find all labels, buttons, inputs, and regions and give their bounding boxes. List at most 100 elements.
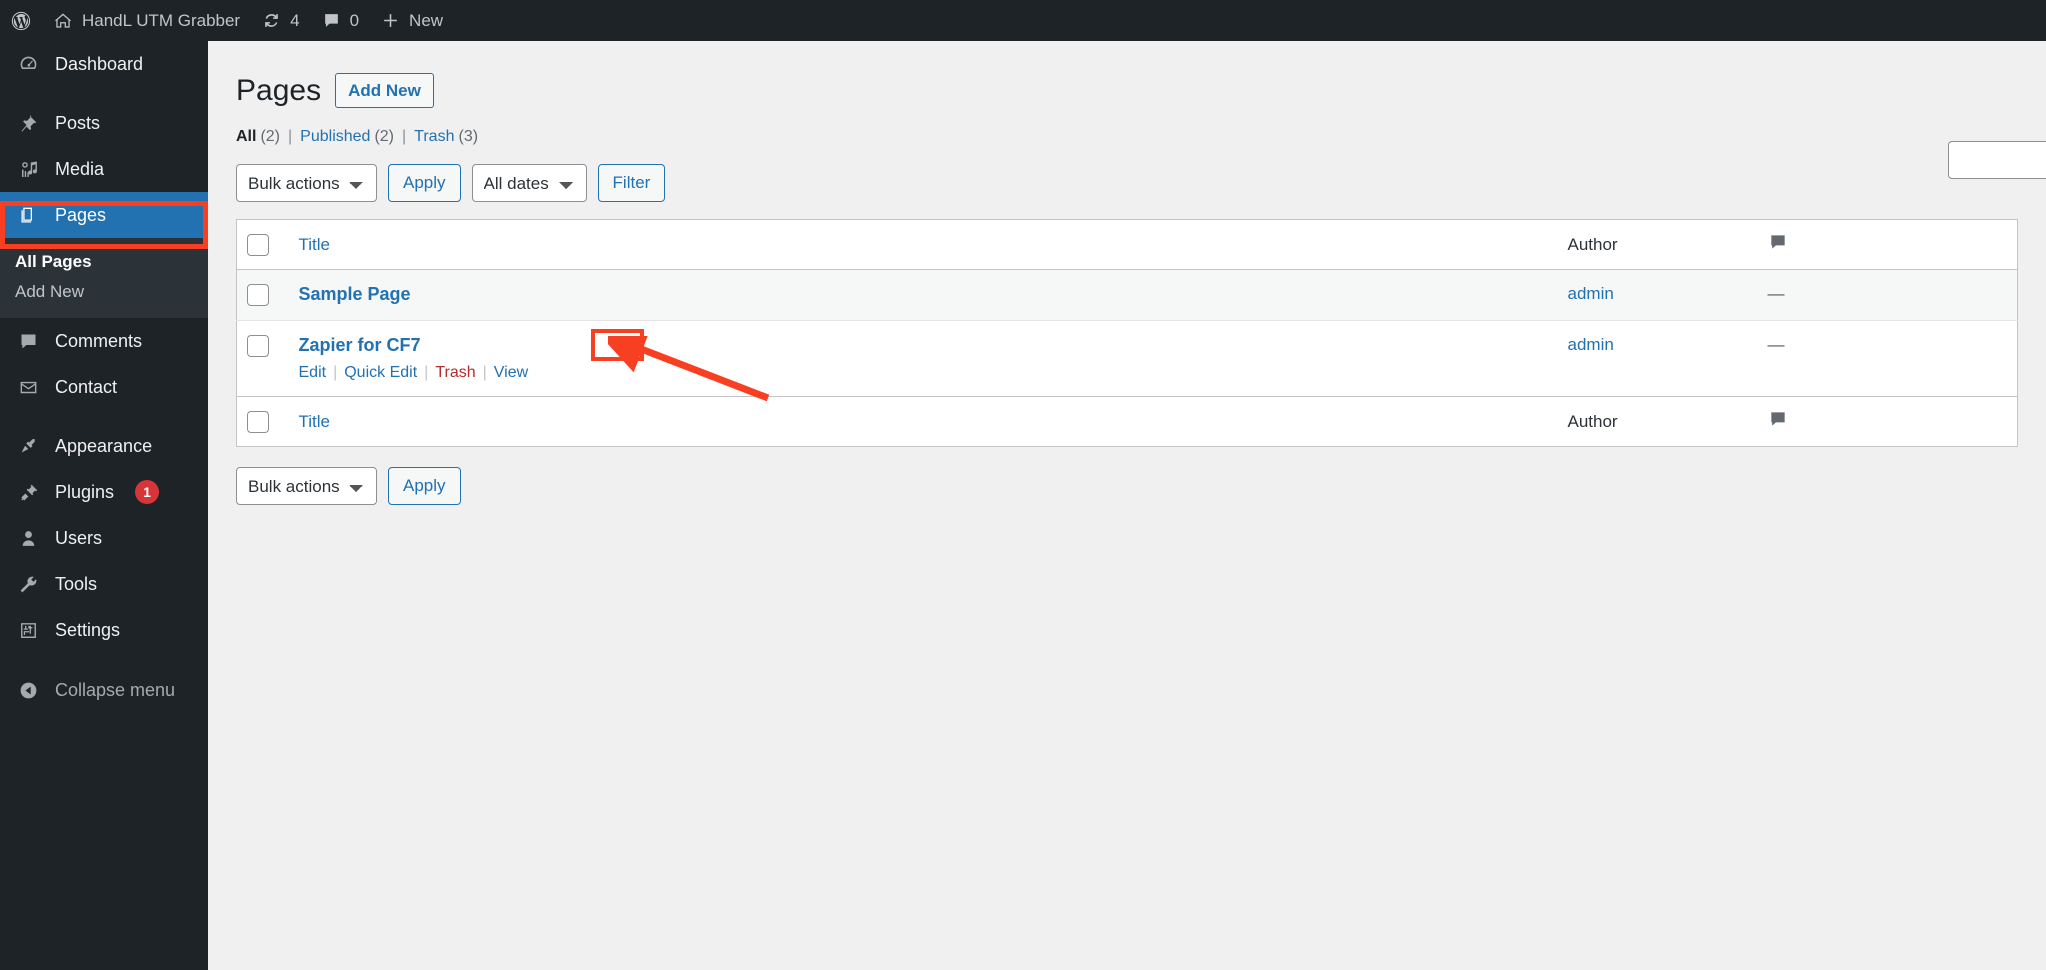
sidebar-item-media[interactable]: Media bbox=[0, 146, 208, 192]
row-title-cell: Zapier for CF7 Edit | Quick Edit | Trash… bbox=[288, 320, 1558, 397]
row-checkbox[interactable] bbox=[247, 335, 269, 357]
row-author-cell: admin bbox=[1557, 269, 1758, 321]
apply-bulk-action-button-bottom[interactable]: Apply bbox=[388, 467, 461, 505]
status-link-label[interactable]: Trash bbox=[414, 128, 454, 146]
pin-icon bbox=[15, 113, 41, 134]
sidebar-item-contact[interactable]: Contact bbox=[0, 364, 208, 410]
status-link-trash[interactable]: Trash (3) bbox=[414, 128, 478, 146]
status-link-separator: | bbox=[402, 128, 407, 145]
site-name-menu[interactable]: HandL UTM Grabber bbox=[42, 0, 251, 41]
comments-menu[interactable]: 0 bbox=[311, 0, 370, 41]
date-filter-select[interactable]: All dates bbox=[471, 164, 587, 202]
updates-menu[interactable]: 4 bbox=[251, 0, 310, 41]
sidebar-submenu-label: Add New bbox=[15, 282, 84, 301]
sidebar-item-label: Comments bbox=[55, 330, 143, 351]
wordpress-logo-button[interactable] bbox=[0, 0, 42, 41]
sidebar-item-label: Dashboard bbox=[55, 53, 144, 74]
status-link-count: (2) bbox=[260, 128, 281, 145]
row-action-quick-edit[interactable]: Quick Edit bbox=[344, 364, 417, 382]
site-name-label: HandL UTM Grabber bbox=[82, 10, 241, 30]
apply-bulk-action-button-top[interactable]: Apply bbox=[388, 164, 461, 202]
sidebar-item-pages[interactable]: Pages bbox=[0, 192, 208, 238]
author-link[interactable]: admin bbox=[1568, 335, 1614, 354]
wordpress-logo-icon bbox=[10, 10, 32, 32]
filter-button[interactable]: Filter bbox=[597, 164, 666, 202]
comments-column-header bbox=[1757, 219, 1848, 270]
wrench-icon bbox=[15, 574, 41, 595]
sidebar-item-label: Settings bbox=[55, 619, 121, 640]
bulk-actions-select-bottom[interactable]: Bulk actions bbox=[236, 467, 377, 505]
sidebar-item-label: Media bbox=[55, 158, 105, 179]
select-all-checkbox-bottom[interactable] bbox=[247, 410, 269, 433]
sort-by-title-link-bottom[interactable]: Title bbox=[299, 412, 331, 431]
status-link-published[interactable]: Published (2) | bbox=[300, 128, 414, 146]
author-column-header: Author bbox=[1557, 219, 1758, 270]
admin-sidebar: Dashboard Posts Media Pages All Pages Ad… bbox=[0, 41, 208, 970]
title-column-footer: Title bbox=[288, 396, 1558, 447]
row-action-separator: | bbox=[333, 364, 338, 381]
comment-icon bbox=[15, 331, 41, 352]
envelope-icon bbox=[15, 377, 41, 398]
comments-count: 0 bbox=[349, 10, 360, 30]
sidebar-item-label: Posts bbox=[55, 112, 101, 133]
sidebar-item-label: Appearance bbox=[55, 435, 153, 456]
sidebar-item-all-pages[interactable]: All Pages bbox=[0, 247, 208, 277]
new-content-menu[interactable]: New bbox=[370, 0, 454, 41]
author-link[interactable]: admin bbox=[1568, 284, 1614, 303]
comments-count-value: — bbox=[1767, 284, 1785, 303]
sidebar-item-dashboard[interactable]: Dashboard bbox=[0, 41, 208, 87]
table-header-row: Title Author bbox=[236, 219, 2018, 270]
search-pages-input[interactable] bbox=[1948, 141, 2046, 179]
sidebar-item-plugins[interactable]: Plugins 1 bbox=[0, 469, 208, 515]
row-action-view[interactable]: View bbox=[494, 364, 528, 382]
row-action-separator: | bbox=[424, 364, 429, 381]
sidebar-item-appearance[interactable]: Appearance bbox=[0, 423, 208, 469]
sidebar-item-users[interactable]: Users bbox=[0, 515, 208, 561]
collapse-menu-button[interactable]: Collapse menu bbox=[0, 667, 208, 713]
row-actions: Edit | Quick Edit | Trash | View bbox=[299, 364, 1548, 382]
plug-icon bbox=[15, 482, 41, 503]
sidebar-item-label: Users bbox=[55, 527, 103, 548]
row-checkbox[interactable] bbox=[247, 284, 269, 306]
status-link-label[interactable]: Published bbox=[300, 128, 370, 146]
comment-bubble-icon bbox=[1768, 409, 1788, 429]
page-title: Pages bbox=[236, 74, 322, 107]
row-action-edit[interactable]: Edit bbox=[299, 364, 327, 382]
bulk-actions-select-top[interactable]: Bulk actions bbox=[236, 164, 377, 202]
sidebar-item-add-new-page[interactable]: Add New bbox=[0, 277, 208, 307]
plus-icon bbox=[381, 11, 400, 30]
sidebar-item-label: Tools bbox=[55, 573, 98, 594]
row-date-cell bbox=[1847, 269, 2018, 321]
row-select-cell bbox=[236, 269, 289, 321]
add-new-page-button[interactable]: Add New bbox=[335, 72, 434, 109]
sidebar-item-comments[interactable]: Comments bbox=[0, 318, 208, 364]
plugins-update-badge: 1 bbox=[135, 480, 160, 504]
sort-by-title-link[interactable]: Title bbox=[299, 235, 331, 254]
table-body: Sample Page admin — Zapier for CF7 Edit … bbox=[236, 269, 2018, 397]
page-title-link[interactable]: Sample Page bbox=[299, 284, 411, 304]
page-title-link[interactable]: Zapier for CF7 bbox=[299, 335, 421, 355]
brush-icon bbox=[15, 436, 41, 457]
comments-count-value: — bbox=[1767, 335, 1785, 354]
sidebar-item-posts[interactable]: Posts bbox=[0, 100, 208, 146]
media-icon bbox=[15, 159, 41, 180]
updates-count: 4 bbox=[290, 10, 300, 30]
status-link-label[interactable]: All bbox=[236, 128, 256, 146]
sidebar-submenu-pages: All Pages Add New bbox=[0, 238, 208, 318]
pages-icon bbox=[15, 205, 41, 226]
row-action-separator: | bbox=[482, 364, 487, 381]
select-all-checkbox-top[interactable] bbox=[247, 233, 269, 256]
status-link-count: (2) bbox=[374, 128, 395, 145]
date-column-footer bbox=[1847, 396, 2018, 447]
sidebar-item-settings[interactable]: Settings bbox=[0, 607, 208, 653]
status-link-all[interactable]: All (2) | bbox=[236, 128, 300, 146]
status-link-separator: | bbox=[288, 128, 293, 145]
select-all-header bbox=[236, 219, 289, 270]
row-action-trash[interactable]: Trash bbox=[435, 364, 475, 382]
table-row: Zapier for CF7 Edit | Quick Edit | Trash… bbox=[236, 320, 2018, 397]
sidebar-item-tools[interactable]: Tools bbox=[0, 561, 208, 607]
page-header: Pages Add New bbox=[236, 51, 2018, 110]
dashboard-icon bbox=[15, 54, 41, 75]
new-content-label: New bbox=[409, 10, 444, 30]
row-author-cell: admin bbox=[1557, 320, 1758, 397]
